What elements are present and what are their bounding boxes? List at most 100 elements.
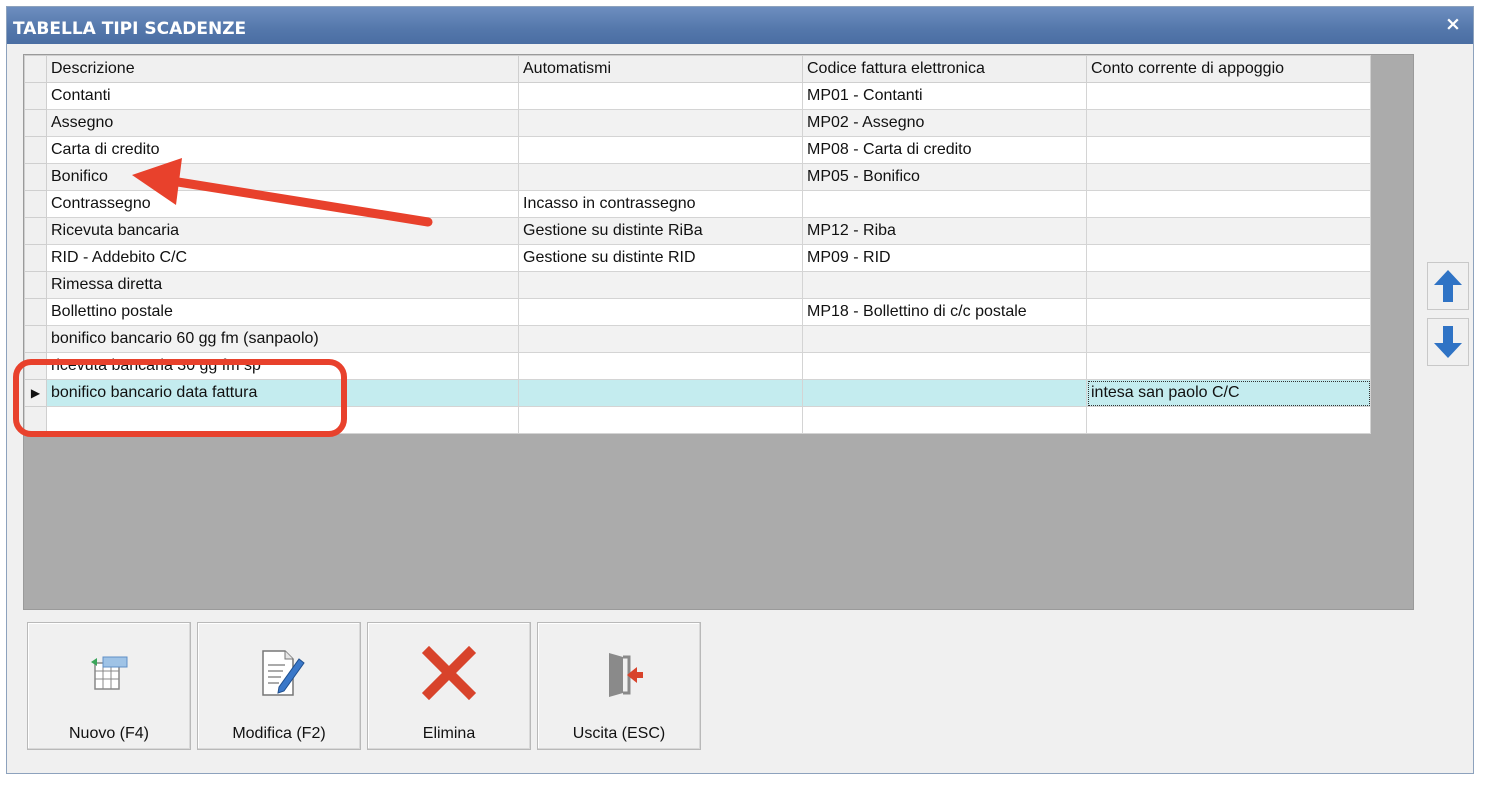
cell-codice-fattura[interactable] [802,352,1087,380]
cell-automatismi[interactable] [518,379,803,407]
table-row[interactable]: ▶ bonifico bancario data fattura intesa sa… [24,379,1371,407]
row-indicator[interactable] [24,109,47,137]
new-button[interactable]: Nuovo (F4) [27,622,191,750]
edit-button[interactable]: Modifica (F2) [197,622,361,750]
row-indicator[interactable] [24,190,47,218]
arrow-up-icon [1434,270,1462,302]
cell-automatismi[interactable] [518,325,803,353]
cell-codice-fattura[interactable]: MP09 - RID [802,244,1087,272]
cell-conto-corrente[interactable] [1086,244,1371,272]
cell-conto-corrente[interactable]: intesa san paolo C/C [1086,379,1371,407]
cell-automatismi[interactable] [518,109,803,137]
cell-automatismi[interactable]: Gestione su distinte RiBa [518,217,803,245]
row-indicator[interactable] [24,244,47,272]
cell-codice-fattura[interactable]: MP08 - Carta di credito [802,136,1087,164]
row-indicator[interactable] [24,298,47,326]
cell-automatismi[interactable] [518,271,803,299]
table-row[interactable]: Bonifico MP05 - Bonifico [24,163,1371,191]
cell-codice-fattura[interactable] [802,325,1087,353]
column-header-conto-corrente[interactable]: Conto corrente di appoggio [1086,55,1371,83]
cell-codice-fattura[interactable] [802,271,1087,299]
table-row[interactable]: Ricevuta bancaria Gestione su distinte Ri… [24,217,1371,245]
cell-descrizione[interactable]: Contrassegno [46,190,519,218]
table-row[interactable]: Bollettino postale MP18 - Bollettino di c… [24,298,1371,326]
table-row[interactable]: bonifico bancario 60 gg fm (sanpaolo) [24,325,1371,353]
cell-codice-fattura[interactable] [802,406,1087,434]
arrow-down-icon [1434,326,1462,358]
cell-descrizione[interactable]: Assegno [46,109,519,137]
table-row[interactable]: Assegno MP02 - Assegno [24,109,1371,137]
cell-conto-corrente[interactable] [1086,325,1371,353]
table-row[interactable]: Contanti MP01 - Contanti [24,82,1371,110]
move-up-button[interactable] [1427,262,1469,310]
row-indicator[interactable] [24,82,47,110]
cell-conto-corrente[interactable] [1086,271,1371,299]
cell-codice-fattura[interactable] [802,190,1087,218]
cell-automatismi[interactable] [518,298,803,326]
cell-conto-corrente[interactable] [1086,109,1371,137]
cell-descrizione[interactable]: RID - Addebito C/C [46,244,519,272]
cell-descrizione[interactable]: Carta di credito [46,136,519,164]
cell-conto-corrente[interactable] [1086,190,1371,218]
cell-descrizione[interactable] [46,406,519,434]
window-title: TABELLA TIPI SCADENZE [13,19,247,39]
cell-descrizione[interactable]: bonifico bancario data fattura [46,379,519,407]
column-header-codice-fattura[interactable]: Codice fattura elettronica [802,55,1087,83]
cell-conto-corrente[interactable] [1086,352,1371,380]
cell-codice-fattura[interactable]: MP18 - Bollettino di c/c postale [802,298,1087,326]
new-row-icon [91,656,128,690]
cell-conto-corrente[interactable] [1086,82,1371,110]
new-button-label: Nuovo (F4) [68,725,150,742]
row-indicator[interactable] [24,136,47,164]
table-row[interactable]: Contrassegno Incasso in contrassegno [24,190,1371,218]
row-indicator[interactable] [24,406,47,434]
cell-descrizione[interactable]: Rimessa diretta [46,271,519,299]
column-header-automatismi[interactable]: Automatismi [518,55,803,83]
cell-conto-corrente[interactable] [1086,163,1371,191]
cell-automatismi[interactable] [518,136,803,164]
cell-codice-fattura[interactable]: MP02 - Assegno [802,109,1087,137]
exit-door-icon [609,653,643,697]
cell-descrizione[interactable]: bonifico bancario 60 gg fm (sanpaolo) [46,325,519,353]
move-down-button[interactable] [1427,318,1469,366]
cell-automatismi[interactable] [518,82,803,110]
cell-automatismi[interactable]: Gestione su distinte RID [518,244,803,272]
cell-descrizione[interactable]: Bonifico [46,163,519,191]
column-header-descrizione[interactable]: Descrizione [46,55,519,83]
row-indicator[interactable] [24,163,47,191]
grid-header-row: Descrizione Automatismi Codice fattura e… [24,55,1371,83]
cell-codice-fattura[interactable]: MP12 - Riba [802,217,1087,245]
payment-types-grid[interactable]: Descrizione Automatismi Codice fattura e… [23,54,1414,610]
row-indicator[interactable] [24,352,47,380]
title-bar: TABELLA TIPI SCADENZE × [7,7,1473,44]
cell-descrizione[interactable]: Bollettino postale [46,298,519,326]
cell-conto-corrente[interactable] [1086,217,1371,245]
close-button[interactable]: × [1443,13,1463,35]
cell-conto-corrente[interactable] [1086,136,1371,164]
table-row[interactable]: Rimessa diretta [24,271,1371,299]
delete-button[interactable]: Elimina [367,622,531,750]
row-indicator[interactable] [24,217,47,245]
row-indicator[interactable] [24,271,47,299]
cell-automatismi[interactable]: Incasso in contrassegno [518,190,803,218]
cell-descrizione[interactable]: Contanti [46,82,519,110]
delete-x-icon [421,645,477,701]
cell-descrizione[interactable]: Ricevuta bancaria [46,217,519,245]
cell-automatismi[interactable] [518,406,803,434]
table-row[interactable] [24,406,1371,434]
table-row[interactable]: RID - Addebito C/C Gestione su distinte R… [24,244,1371,272]
cell-conto-corrente[interactable] [1086,298,1371,326]
row-indicator[interactable]: ▶ [24,379,47,407]
exit-button[interactable]: Uscita (ESC) [537,622,701,750]
cell-automatismi[interactable] [518,163,803,191]
cell-conto-corrente[interactable] [1086,406,1371,434]
cell-codice-fattura[interactable]: MP01 - Contanti [802,82,1087,110]
cell-codice-fattura[interactable] [802,379,1087,407]
table-row[interactable]: ricevuta bancaria 30 gg fm sp [24,352,1371,380]
row-indicator[interactable] [24,325,47,353]
row-indicator-header [24,55,47,83]
cell-descrizione[interactable]: ricevuta bancaria 30 gg fm sp [46,352,519,380]
cell-automatismi[interactable] [518,352,803,380]
table-row[interactable]: Carta di credito MP08 - Carta di credito [24,136,1371,164]
cell-codice-fattura[interactable]: MP05 - Bonifico [802,163,1087,191]
